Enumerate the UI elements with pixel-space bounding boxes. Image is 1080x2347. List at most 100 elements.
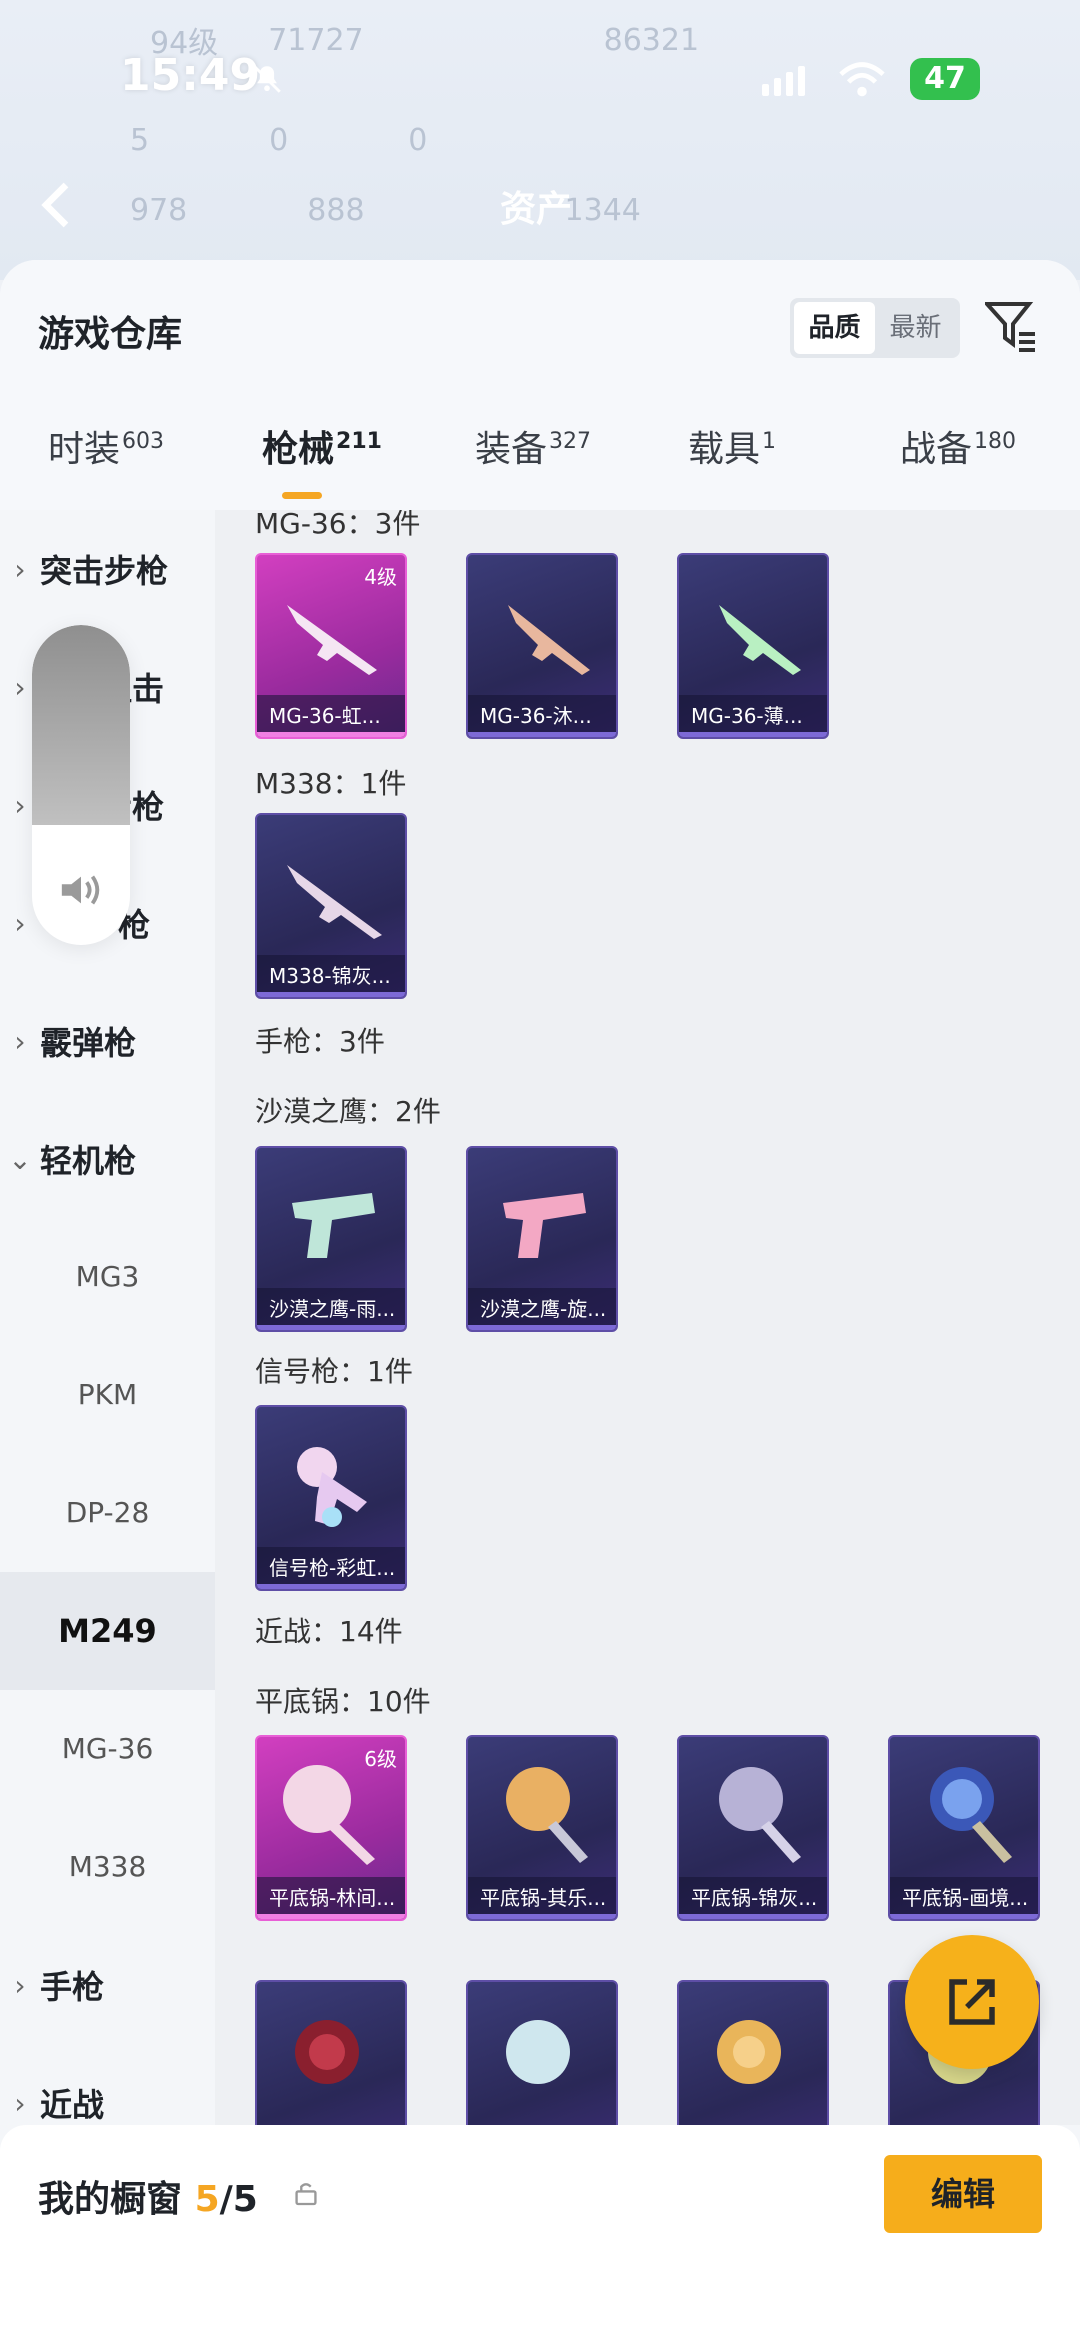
section-label: 沙漠之鹰：2件	[255, 1095, 441, 1128]
tab-supplies[interactable]: 战备180	[900, 420, 1016, 510]
sort-quality-button[interactable]: 品质	[794, 302, 875, 354]
sidebar-item-label: 近战	[40, 2086, 105, 2124]
item-card[interactable]: 6级 平底锅-林间...	[255, 1735, 407, 1921]
blur-value: 0	[269, 122, 289, 158]
volume-slider[interactable]	[32, 625, 130, 945]
item-level: 4级	[364, 565, 397, 589]
item-name: M338-锦灰...	[257, 955, 405, 997]
tab-label: 载具	[688, 429, 761, 470]
signal-icon	[762, 66, 805, 96]
status-time: 15:49	[120, 50, 261, 101]
status-bar: 15:49 47	[0, 50, 1080, 110]
item-name: MG-36-薄...	[679, 695, 827, 737]
sidebar-sub-pkm[interactable]: PKM	[0, 1336, 215, 1454]
item-card[interactable]	[677, 1980, 829, 2125]
item-name: 信号枪-彩虹...	[257, 1547, 405, 1589]
item-card[interactable]: MG-36-沐...	[466, 553, 618, 739]
tab-count: 211	[336, 429, 382, 454]
item-name: 沙漠之鹰-旋...	[468, 1288, 616, 1330]
tab-vehicles[interactable]: 载具1	[688, 420, 776, 510]
item-card[interactable]: 沙漠之鹰-雨...	[255, 1146, 407, 1332]
sidebar-item-lmg[interactable]: ⌄ 轻机枪	[0, 1100, 215, 1218]
tab-fashion[interactable]: 时装603	[48, 420, 164, 510]
volume-level	[32, 625, 130, 825]
item-card[interactable]: 信号枪-彩虹...	[255, 1405, 407, 1591]
item-level: 6级	[364, 1747, 397, 1771]
sidebar-sub-m338[interactable]: M338	[0, 1808, 215, 1926]
chevron-right-icon: ›	[14, 1024, 26, 1058]
rifle-icon	[719, 605, 801, 675]
sidebar-item-shotgun[interactable]: › 霰弹枪	[0, 982, 215, 1100]
back-icon[interactable]	[36, 180, 76, 230]
bell-off-icon	[253, 65, 281, 93]
page-title: 游戏仓库	[38, 314, 183, 355]
sheet-header: 游戏仓库 品质 最新 时装603 枪械211 装备327 载具1 战备180	[0, 260, 1080, 510]
rifle-icon	[287, 865, 382, 939]
sidebar-sub-mg3[interactable]: MG3	[0, 1218, 215, 1336]
item-grid: MG-36：3件 4级 MG-36-虹... MG-36-沐... MG-36-…	[215, 510, 1080, 2125]
sidebar-item-label: 轻机枪	[40, 1142, 137, 1180]
showcase-label: 我的橱窗	[38, 2179, 183, 2220]
asset-label: 资产	[500, 189, 573, 230]
pan-icon	[295, 2020, 359, 2084]
blur-value: 0	[408, 122, 428, 158]
item-card[interactable]: 平底锅-锦灰...	[677, 1735, 829, 1921]
tab-count: 1	[762, 429, 777, 454]
tab-label: 时装	[48, 429, 121, 470]
rarity-bar	[890, 1914, 1038, 1919]
blur-value: 978	[130, 192, 188, 228]
lock-icon	[295, 2183, 317, 2206]
item-card[interactable]: 4级 MG-36-虹...	[255, 553, 407, 739]
pan-icon	[930, 1767, 1012, 1863]
rarity-bar	[257, 732, 405, 737]
pan-icon	[717, 2020, 781, 2084]
sidebar-item-label: 手枪	[40, 1968, 105, 2006]
rarity-bar	[257, 1914, 405, 1919]
pistol-icon	[292, 1193, 375, 1258]
item-card[interactable]: M338-锦灰...	[255, 813, 407, 999]
blur-value: 888	[307, 192, 365, 228]
tab-guns[interactable]: 枪械211	[262, 420, 382, 510]
chevron-right-icon: ›	[14, 2086, 26, 2120]
edit-button[interactable]: 编辑	[884, 2155, 1042, 2233]
sort-newest-button[interactable]: 最新	[875, 302, 956, 354]
rifle-icon	[508, 605, 590, 675]
share-button[interactable]	[905, 1935, 1039, 2069]
item-card[interactable]: 平底锅-画境...	[888, 1735, 1040, 1921]
showcase-count: 5	[194, 2179, 220, 2220]
tab-count: 327	[549, 429, 592, 454]
item-card[interactable]: 沙漠之鹰-旋...	[466, 1146, 618, 1332]
item-card[interactable]	[466, 1980, 618, 2125]
sidebar-sub-dp28[interactable]: DP-28	[0, 1454, 215, 1572]
pan-icon	[506, 2020, 570, 2084]
item-name: 平底锅-林间...	[257, 1877, 405, 1919]
rarity-bar	[257, 1584, 405, 1589]
item-card[interactable]	[255, 1980, 407, 2125]
item-name: MG-36-沐...	[468, 695, 616, 737]
item-card[interactable]: MG-36-薄...	[677, 553, 829, 739]
chevron-right-icon: ›	[14, 552, 26, 586]
sidebar-item-assault-rifle[interactable]: › 突击步枪	[0, 510, 215, 628]
sidebar-sub-m249[interactable]: M249	[0, 1572, 215, 1690]
section-label: 平底锅：10件	[255, 1685, 431, 1718]
tab-equipment[interactable]: 装备327	[475, 420, 591, 510]
section-label: M338：1件	[255, 767, 407, 800]
sidebar-sub-mg36[interactable]: MG-36	[0, 1690, 215, 1808]
rarity-bar	[257, 1325, 405, 1330]
sidebar-item-pistol[interactable]: › 手枪	[0, 1926, 215, 2044]
tab-label: 枪械	[262, 429, 335, 470]
filter-icon[interactable]	[985, 300, 1037, 352]
tab-count: 603	[122, 429, 165, 454]
sidebar-item-label: 霰弹枪	[40, 1024, 137, 1062]
rarity-bar	[468, 732, 616, 737]
category-tabs: 时装603 枪械211 装备327 载具1 战备180	[0, 420, 1080, 510]
item-name: 沙漠之鹰-雨...	[257, 1288, 405, 1330]
item-card[interactable]: 平底锅-其乐...	[466, 1735, 618, 1921]
flare-gun-icon	[297, 1447, 367, 1527]
share-icon	[949, 1979, 995, 2025]
rarity-bar	[679, 732, 827, 737]
pistol-icon	[503, 1193, 586, 1258]
wifi-icon	[839, 62, 885, 97]
rarity-bar	[468, 1914, 616, 1919]
rarity-bar	[468, 1325, 616, 1330]
